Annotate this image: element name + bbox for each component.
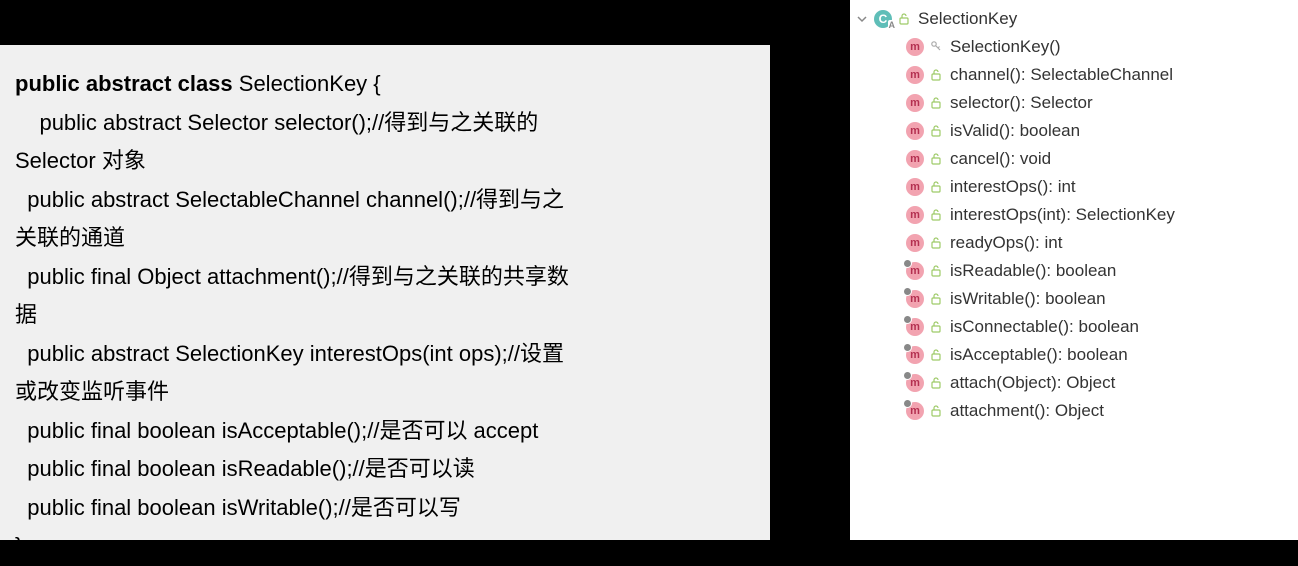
- code-line: 关联的通道: [15, 219, 755, 258]
- member-label: cancel(): void: [950, 149, 1051, 169]
- code-line: public abstract class SelectionKey {: [15, 65, 755, 104]
- code-line: 或改变监听事件: [15, 373, 755, 412]
- unlock-icon: [930, 236, 944, 250]
- member-label: interestOps(int): SelectionKey: [950, 205, 1175, 225]
- code-line: Selector 对象: [15, 142, 755, 181]
- tree-member-item[interactable]: m isValid(): boolean: [850, 117, 1298, 145]
- tree-member-item[interactable]: m channel(): SelectableChannel: [850, 61, 1298, 89]
- code-line: public final boolean isAcceptable();//是否…: [15, 412, 755, 451]
- class-icon: C A: [874, 10, 892, 28]
- tree-member-item[interactable]: m SelectionKey(): [850, 33, 1298, 61]
- code-line: public abstract Selector selector();//得到…: [15, 104, 755, 143]
- final-pin-icon: [903, 371, 912, 380]
- unlock-icon: [930, 208, 944, 222]
- method-icon: m: [906, 94, 924, 112]
- code-line: public final boolean isReadable();//是否可以…: [15, 450, 755, 489]
- tree-member-item[interactable]: m selector(): Selector: [850, 89, 1298, 117]
- code-line: public abstract SelectableChannel channe…: [15, 181, 755, 220]
- code-line: public final Object attachment();//得到与之关…: [15, 258, 755, 297]
- code-panel: public abstract class SelectionKey { pub…: [0, 45, 770, 540]
- method-icon: m: [906, 402, 924, 420]
- code-line: public abstract SelectionKey interestOps…: [15, 335, 755, 374]
- code-line: }: [15, 527, 755, 566]
- unlock-icon: [930, 320, 944, 334]
- abstract-badge-icon: A: [888, 20, 897, 30]
- tree-member-item[interactable]: m isReadable(): boolean: [850, 257, 1298, 285]
- method-icon: m: [906, 290, 924, 308]
- method-icon: m: [906, 374, 924, 392]
- code-line: public final boolean isWritable();//是否可以…: [15, 489, 755, 528]
- member-label: attachment(): Object: [950, 401, 1104, 421]
- member-label: attach(Object): Object: [950, 373, 1115, 393]
- tree-member-item[interactable]: m isConnectable(): boolean: [850, 313, 1298, 341]
- tree-member-item[interactable]: m attachment(): Object: [850, 397, 1298, 425]
- tree-member-item[interactable]: m readyOps(): int: [850, 229, 1298, 257]
- structure-panel: C A SelectionKey m SelectionKey() m channel…: [850, 0, 1298, 540]
- unlock-icon: [930, 348, 944, 362]
- member-label: channel(): SelectableChannel: [950, 65, 1173, 85]
- member-label: isAcceptable(): boolean: [950, 345, 1128, 365]
- final-pin-icon: [903, 259, 912, 268]
- method-icon: m: [906, 178, 924, 196]
- method-icon: m: [906, 234, 924, 252]
- unlock-icon: [930, 180, 944, 194]
- method-icon: m: [906, 206, 924, 224]
- tree-root-item[interactable]: C A SelectionKey: [850, 5, 1298, 33]
- member-label: readyOps(): int: [950, 233, 1062, 253]
- unlock-icon: [930, 68, 944, 82]
- tree-member-item[interactable]: m isAcceptable(): boolean: [850, 341, 1298, 369]
- member-label: SelectionKey(): [950, 37, 1061, 57]
- method-icon: m: [906, 122, 924, 140]
- tree-member-item[interactable]: m isWritable(): boolean: [850, 285, 1298, 313]
- method-icon: m: [906, 262, 924, 280]
- unlock-icon: [930, 124, 944, 138]
- class-name: SelectionKey: [918, 9, 1017, 29]
- member-label: isReadable(): boolean: [950, 261, 1116, 281]
- method-icon: m: [906, 318, 924, 336]
- method-icon: m: [906, 150, 924, 168]
- method-icon: m: [906, 66, 924, 84]
- code-line: 据: [15, 296, 755, 335]
- final-pin-icon: [903, 343, 912, 352]
- unlock-icon: [898, 12, 912, 26]
- unlock-icon: [930, 264, 944, 278]
- unlock-icon: [930, 376, 944, 390]
- member-label: isWritable(): boolean: [950, 289, 1106, 309]
- method-icon: m: [906, 38, 924, 56]
- tree-member-item[interactable]: m interestOps(int): SelectionKey: [850, 201, 1298, 229]
- member-label: interestOps(): int: [950, 177, 1076, 197]
- unlock-icon: [930, 152, 944, 166]
- final-pin-icon: [903, 315, 912, 324]
- member-label: selector(): Selector: [950, 93, 1093, 113]
- method-icon: m: [906, 346, 924, 364]
- chevron-down-icon: [856, 13, 868, 25]
- unlock-icon: [930, 96, 944, 110]
- key-icon: [930, 40, 944, 54]
- tree-member-item[interactable]: m attach(Object): Object: [850, 369, 1298, 397]
- unlock-icon: [930, 292, 944, 306]
- member-label: isConnectable(): boolean: [950, 317, 1139, 337]
- panel-gap: [770, 0, 850, 540]
- final-pin-icon: [903, 287, 912, 296]
- final-pin-icon: [903, 399, 912, 408]
- unlock-icon: [930, 404, 944, 418]
- tree-member-item[interactable]: m interestOps(): int: [850, 173, 1298, 201]
- tree-member-item[interactable]: m cancel(): void: [850, 145, 1298, 173]
- code-block: public abstract class SelectionKey { pub…: [15, 65, 755, 566]
- member-label: isValid(): boolean: [950, 121, 1080, 141]
